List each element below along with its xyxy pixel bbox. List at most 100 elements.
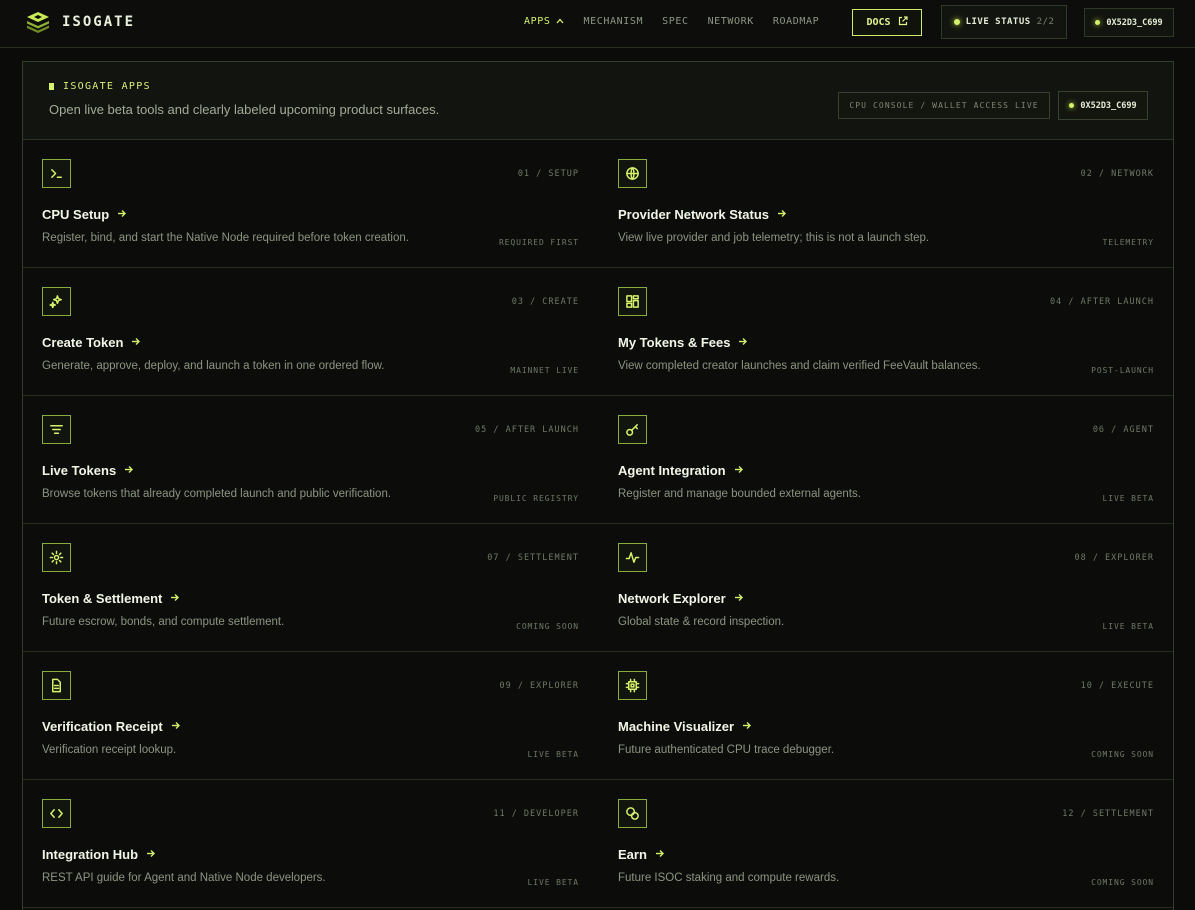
arrow-right-icon: [742, 721, 752, 733]
nav-item-mechanism[interactable]: MECHANISM: [583, 16, 643, 27]
apps-row: 01 / SETUP CPU Setup Register, bind, and s…: [23, 140, 1173, 268]
app-card-status: LIVE BETA: [1102, 494, 1154, 503]
app-card-description: View completed creator launches and clai…: [618, 360, 981, 372]
nav-item-label: MECHANISM: [583, 16, 644, 27]
activity-icon: [618, 543, 647, 572]
wallet-address: 0X52D3_C699: [1106, 17, 1163, 28]
nav-item-label: ROADMAP: [772, 16, 820, 27]
app-card-live-tokens[interactable]: 05 / AFTER LAUNCH Live Tokens Browse token…: [23, 396, 599, 524]
cpu-chip-icon: [618, 671, 647, 700]
app-card-title[interactable]: Create Token: [42, 335, 141, 350]
app-card-tag: 01 / SETUP: [517, 169, 579, 179]
wallet-button[interactable]: 0X52D3_C699: [1084, 8, 1174, 37]
wallet-dot-icon: [1069, 103, 1075, 108]
stack-layers-icon: [26, 11, 50, 33]
app-card-verification-receipt[interactable]: 09 / EXPLORER Verification Receipt Verific…: [23, 652, 599, 780]
app-card-tag: 09 / EXPLORER: [499, 681, 579, 691]
apps-panel: ISOGATE APPS Open live beta tools and cl…: [22, 61, 1174, 910]
arrow-right-icon: [655, 849, 664, 861]
apps-row: 03 / CREATE Create Token Generate, approve…: [23, 268, 1173, 396]
panel-tagline: Open live beta tools and clearly labeled…: [49, 102, 440, 117]
live-status-count: 2/2: [1036, 17, 1055, 27]
app-card-status: POST-LAUNCH: [1091, 366, 1154, 375]
panel-wallet-button[interactable]: 0X52D3_C699: [1058, 91, 1148, 120]
wallet-address: 0X52D3_C699: [1080, 100, 1137, 111]
apps-grid: 01 / SETUP CPU Setup Register, bind, and s…: [23, 140, 1173, 908]
app-card-status: LIVE BETA: [527, 750, 579, 759]
app-card-my-tokens-fees[interactable]: 04 / AFTER LAUNCH My Tokens & Fees View co…: [599, 268, 1175, 396]
app-card-title[interactable]: Verification Receipt: [42, 719, 180, 734]
apps-row: 09 / EXPLORER Verification Receipt Verific…: [23, 652, 1173, 780]
app-card-network-explorer[interactable]: 08 / EXPLORER Network Explorer Global stat…: [599, 524, 1175, 652]
chevron-up-icon: [556, 17, 564, 26]
app-card-title-text: Agent Integration: [618, 463, 726, 478]
live-status-button[interactable]: LIVE STATUS 2/2: [941, 5, 1067, 39]
app-card-tag: 06 / AGENT: [1092, 425, 1154, 435]
arrow-right-icon: [146, 849, 156, 861]
docs-button[interactable]: DOCS: [852, 9, 922, 36]
app-card-title[interactable]: Integration Hub: [42, 847, 156, 862]
app-card-tag: 08 / EXPLORER: [1074, 553, 1154, 563]
apps-row: 05 / AFTER LAUNCH Live Tokens Browse token…: [23, 396, 1173, 524]
app-card-cpu-setup[interactable]: 01 / SETUP CPU Setup Register, bind, and s…: [23, 140, 599, 268]
app-card-title[interactable]: CPU Setup: [42, 207, 127, 222]
app-card-status: COMING SOON: [516, 622, 579, 631]
panel-eyebrow-label: ISOGATE APPS: [63, 81, 151, 92]
arrow-right-icon: [170, 593, 180, 605]
app-card-description: Future escrow, bonds, and compute settle…: [42, 616, 285, 628]
nav-item-label: APPS: [524, 16, 551, 27]
app-card-status: COMING SOON: [1091, 750, 1154, 759]
app-card-earn[interactable]: 12 / SETTLEMENT Earn Future ISOC staking a…: [599, 780, 1175, 908]
panel-header: ISOGATE APPS Open live beta tools and cl…: [23, 62, 1173, 140]
globe-icon: [618, 159, 647, 188]
app-card-create-token[interactable]: 03 / CREATE Create Token Generate, approve…: [23, 268, 599, 396]
arrow-right-icon: [131, 337, 141, 349]
nav-item-roadmap[interactable]: ROADMAP: [773, 16, 819, 27]
brand[interactable]: ISOGATE: [26, 11, 135, 33]
app-card-title[interactable]: Machine Visualizer: [618, 719, 752, 734]
app-card-status: COMING SOON: [1091, 878, 1154, 887]
arrow-right-icon: [738, 337, 748, 349]
bullet-icon: [49, 83, 54, 90]
apps-row: 07 / SETTLEMENT Token & Settlement Future …: [23, 524, 1173, 652]
app-card-status: LIVE BETA: [527, 878, 579, 887]
app-card-description: Browse tokens that already completed lau…: [42, 488, 392, 500]
app-card-tag: 11 / DEVELOPER: [493, 809, 579, 819]
app-card-provider-network-status[interactable]: 02 / NETWORK Provider Network Status View …: [599, 140, 1175, 268]
external-link-icon: [898, 16, 908, 29]
app-card-title[interactable]: Live Tokens: [42, 463, 134, 478]
app-card-title[interactable]: Provider Network Status: [618, 207, 786, 222]
app-card-machine-visualizer[interactable]: 10 / EXECUTE Machine Visualizer Future aut…: [599, 652, 1175, 780]
arrow-right-icon: [734, 465, 743, 477]
app-card-agent-integration[interactable]: 06 / AGENT Agent Integration Register and …: [599, 396, 1175, 524]
nav-item-network[interactable]: NETWORK: [708, 16, 754, 27]
app-card-title[interactable]: Network Explorer: [618, 591, 743, 606]
app-card-tag: 07 / SETTLEMENT: [487, 553, 579, 563]
app-card-title[interactable]: Earn: [618, 847, 664, 862]
app-card-title-text: Live Tokens: [42, 463, 117, 478]
app-card-integration-hub[interactable]: 11 / DEVELOPER Integration Hub REST API gu…: [23, 780, 599, 908]
nav-item-apps[interactable]: APPS: [524, 16, 564, 27]
arrow-right-icon: [117, 209, 127, 221]
app-card-title[interactable]: My Tokens & Fees: [618, 335, 748, 350]
nav-item-spec[interactable]: SPEC: [662, 16, 688, 27]
app-card-tag: 12 / SETTLEMENT: [1062, 809, 1154, 819]
key-icon: [618, 415, 647, 444]
apps-row: 11 / DEVELOPER Integration Hub REST API gu…: [23, 780, 1173, 908]
app-card-tag: 02 / NETWORK: [1080, 169, 1154, 179]
docs-label: DOCS: [866, 17, 891, 28]
arrow-right-icon: [171, 721, 180, 733]
app-card-title-text: Create Token: [42, 335, 124, 350]
app-card-tag: 03 / CREATE: [511, 297, 579, 307]
app-card-status: PUBLIC REGISTRY: [493, 494, 579, 503]
app-card-title[interactable]: Agent Integration: [618, 463, 743, 478]
app-card-title[interactable]: Token & Settlement: [42, 591, 180, 606]
app-card-description: Verification receipt lookup.: [42, 744, 177, 756]
dashboard-icon: [618, 287, 647, 316]
app-card-title-text: Network Explorer: [618, 591, 726, 606]
brand-name: ISOGATE: [62, 14, 136, 30]
app-card-token-settlement[interactable]: 07 / SETTLEMENT Token & Settlement Future …: [23, 524, 599, 652]
coins-icon: [618, 799, 647, 828]
arrow-right-icon: [124, 465, 134, 477]
app-card-status: REQUIRED FIRST: [498, 238, 579, 247]
